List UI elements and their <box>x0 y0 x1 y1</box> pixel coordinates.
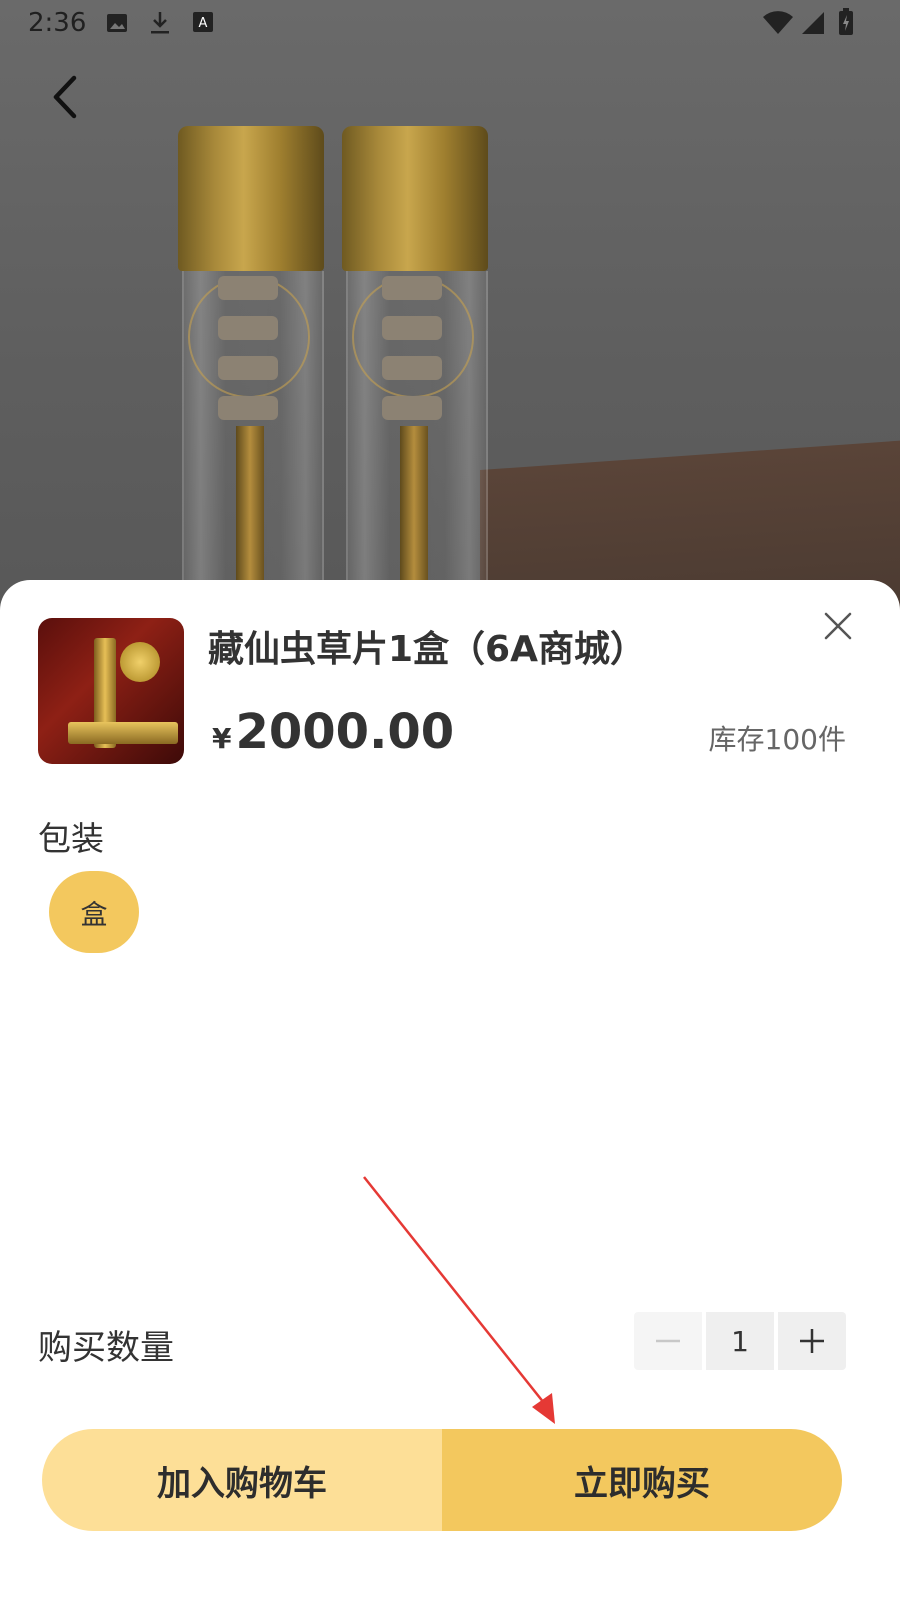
status-time: 2:36 <box>28 8 87 38</box>
plus-icon <box>800 1329 824 1353</box>
quantity-label: 购买数量 <box>38 1328 174 1368</box>
decrease-button[interactable] <box>634 1312 702 1370</box>
battery-icon <box>839 8 853 35</box>
status-bar: 2:36 A <box>0 0 900 48</box>
minus-icon <box>656 1339 680 1343</box>
image-icon <box>107 14 127 32</box>
action-bar: 加入购物车 立即购买 <box>42 1429 842 1531</box>
product-image-background <box>0 0 900 620</box>
spec-option-box[interactable]: 盒 <box>49 871 139 953</box>
font-icon: A <box>193 12 213 32</box>
increase-button[interactable] <box>778 1312 846 1370</box>
price-value: 2000.00 <box>235 704 455 760</box>
quantity-stepper: 1 <box>634 1312 846 1370</box>
product-price: ¥2000.00 <box>212 704 454 760</box>
back-icon[interactable] <box>46 72 86 122</box>
wifi-icon <box>763 11 793 34</box>
spec-label: 包装 <box>38 819 104 858</box>
download-icon <box>151 12 169 34</box>
currency-symbol: ¥ <box>212 722 232 755</box>
buy-now-button[interactable]: 立即购买 <box>442 1429 842 1531</box>
quantity-value[interactable]: 1 <box>706 1312 774 1370</box>
stock-count: 库存100件 <box>708 723 846 756</box>
product-tube-right <box>342 126 488 620</box>
close-icon[interactable] <box>822 610 854 642</box>
product-tube-left <box>178 126 324 620</box>
svg-text:A: A <box>199 16 208 31</box>
product-thumbnail <box>38 618 184 764</box>
add-to-cart-button[interactable]: 加入购物车 <box>42 1429 442 1531</box>
spec-option-label: 盒 <box>80 899 108 931</box>
signal-icon <box>802 12 824 34</box>
product-title: 藏仙虫草片1盒（6A商城） <box>208 629 646 670</box>
